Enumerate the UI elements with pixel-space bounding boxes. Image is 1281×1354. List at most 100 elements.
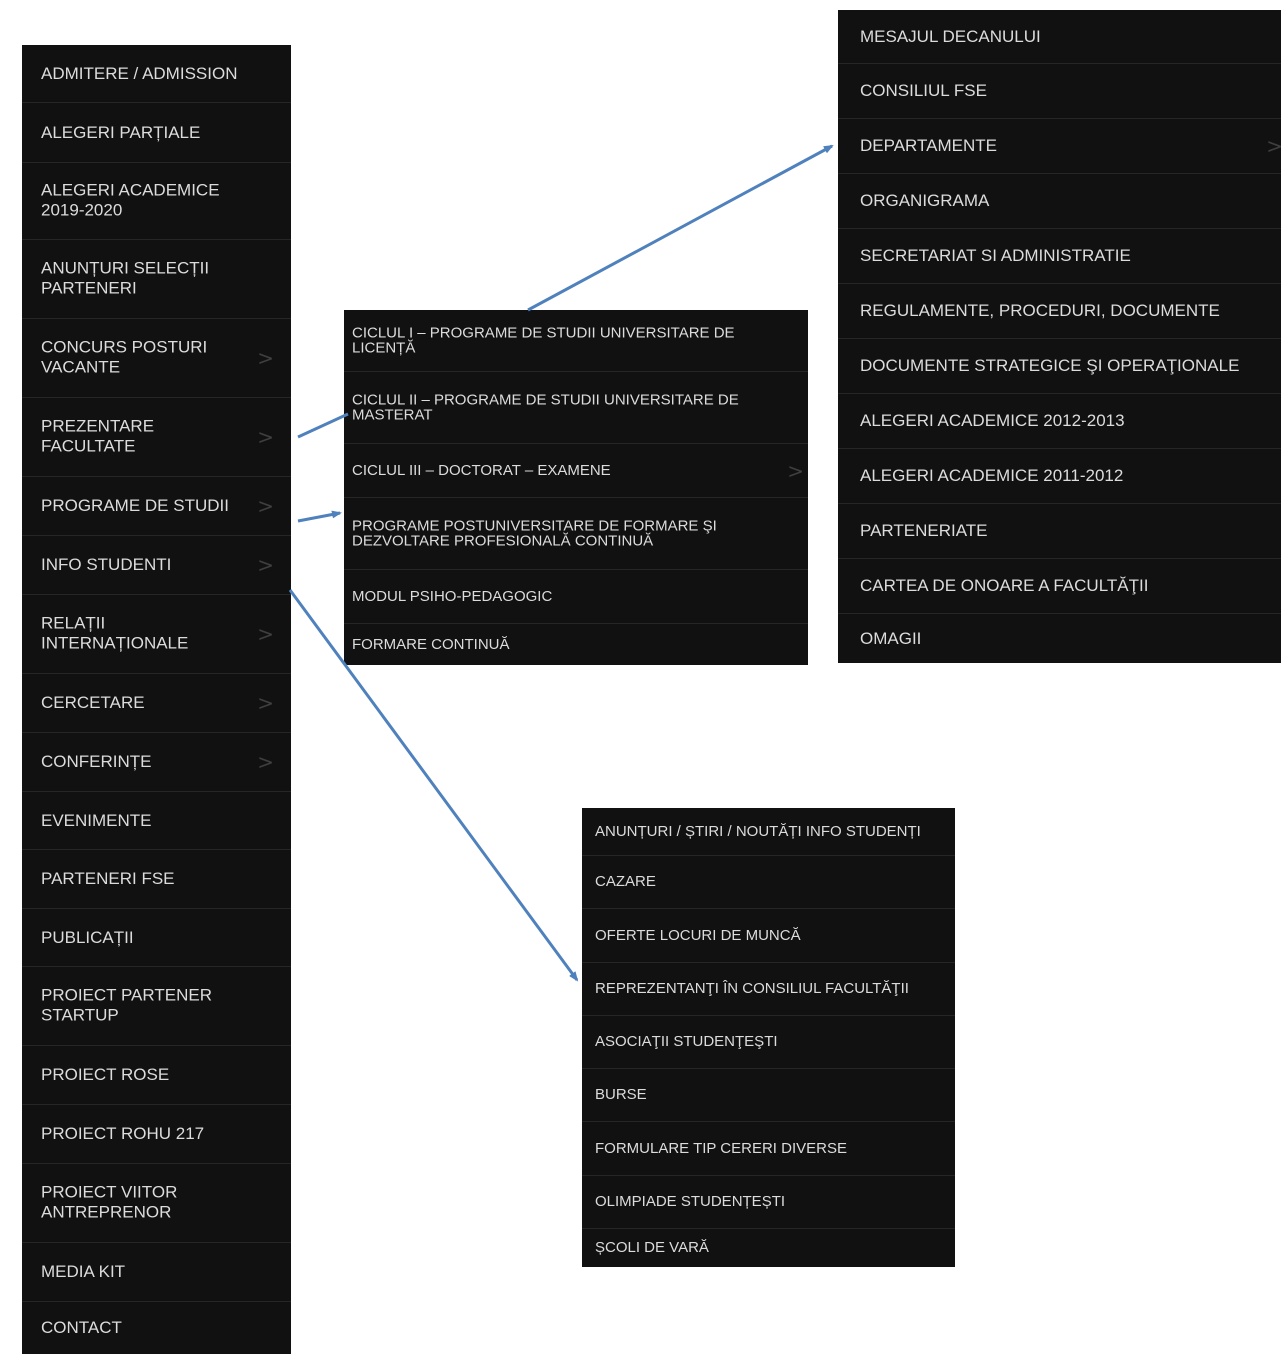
- submenu-item-formare-continua[interactable]: FORMARE CONTINUĂ: [344, 624, 808, 665]
- menu-item-publicatii[interactable]: PUBLICAȚII: [22, 909, 291, 967]
- submenu-item-label: SECRETARIAT SI ADMINISTRATIE: [860, 245, 1131, 265]
- submenu-item-label: FORMARE CONTINUĂ: [352, 635, 510, 653]
- chevron-right-icon: >: [257, 346, 274, 370]
- submenu-item-label: OMAGII: [860, 628, 922, 648]
- menu-item-proiect-rohu-217[interactable]: PROIECT ROHU 217: [22, 1105, 291, 1164]
- submenu-item-asociatii-studentesti[interactable]: ASOCIAŢII STUDENŢEŞTI: [582, 1016, 955, 1069]
- submenu-item-anunturi-stiri-noutati[interactable]: ANUNȚURI / ȘTIRI / NOUTĂȚI INFO STUDENȚI: [582, 808, 955, 856]
- menu-item-conferinte[interactable]: CONFERINȚE >: [22, 733, 291, 792]
- submenu-item-label: DEPARTAMENTE: [860, 135, 997, 155]
- submenu-item-scoli-de-vara[interactable]: ȘCOLI DE VARĂ: [582, 1229, 955, 1267]
- menu-item-admitere[interactable]: ADMITERE / ADMISSION: [22, 45, 291, 103]
- chevron-right-icon: >: [257, 750, 274, 774]
- menu-item-label: PARTENERI FSE: [41, 868, 175, 888]
- submenu-item-olimpiade-studentesti[interactable]: OLIMPIADE STUDENȚEȘTI: [582, 1176, 955, 1229]
- menu-item-label: PROIECT ROSE: [41, 1064, 170, 1084]
- submenu-item-label: REGULAMENTE, PROCEDURI, DOCUMENTE: [860, 300, 1220, 320]
- menu-item-label: PUBLICAȚII: [41, 927, 134, 947]
- menu-item-label: CONCURS POSTURI VACANTE: [41, 337, 208, 377]
- submenu-item-departamente[interactable]: DEPARTAMENTE >: [838, 119, 1281, 174]
- menu-item-label: ANUNȚURI SELECȚII PARTENERI: [41, 258, 210, 298]
- submenu-item-documente-strategice-si-operationale[interactable]: DOCUMENTE STRATEGICE ŞI OPERAŢIONALE: [838, 339, 1281, 394]
- submenu-item-label: BURSE: [595, 1086, 647, 1103]
- submenu-item-label: CARTEA DE ONOARE A FACULTĂŢII: [860, 575, 1149, 595]
- submenu-item-burse[interactable]: BURSE: [582, 1069, 955, 1122]
- submenu-item-ciclul-ii-masterat[interactable]: CICLUL II – PROGRAME DE STUDII UNIVERSIT…: [344, 372, 808, 444]
- chevron-right-icon: >: [787, 458, 804, 483]
- submenu-item-programe-postuniversitare[interactable]: PROGRAME POSTUNIVERSITARE DE FORMARE ŞI …: [344, 498, 808, 570]
- submenu-item-label: ORGANIGRAMA: [860, 190, 990, 210]
- menu-item-anunturi-selectii-parteneri[interactable]: ANUNȚURI SELECȚII PARTENERI: [22, 240, 291, 319]
- submenu-item-mesajul-decanului[interactable]: MESAJUL DECANULUI: [838, 10, 1281, 64]
- menu-item-proiect-rose[interactable]: PROIECT ROSE: [22, 1046, 291, 1105]
- menu-item-programe-de-studii[interactable]: PROGRAME DE STUDII >: [22, 477, 291, 536]
- menu-item-label: PROGRAME DE STUDII: [41, 495, 229, 515]
- menu-item-cercetare[interactable]: CERCETARE >: [22, 674, 291, 733]
- submenu-item-secretariat-si-administratie[interactable]: SECRETARIAT SI ADMINISTRATIE: [838, 229, 1281, 284]
- menu-item-label: RELAȚII INTERNAȚIONALE: [41, 613, 189, 653]
- submenu-item-label: CAZARE: [595, 873, 656, 890]
- menu-item-proiect-partener-startup[interactable]: PROIECT PARTENER STARTUP: [22, 967, 291, 1046]
- main-nav-menu: ADMITERE / ADMISSION ALEGERI PARȚIALE AL…: [22, 45, 291, 1354]
- chevron-right-icon: >: [1266, 134, 1281, 158]
- submenu-item-label: CICLUL I – PROGRAME DE STUDII UNIVERSITA…: [352, 323, 735, 357]
- menu-item-label: CERCETARE: [41, 692, 145, 712]
- submenu-prezentare-facultate: MESAJUL DECANULUI CONSILIUL FSE DEPARTAM…: [838, 10, 1281, 663]
- submenu-item-label: DOCUMENTE STRATEGICE ŞI OPERAŢIONALE: [860, 355, 1240, 375]
- submenu-item-label: MODUL PSIHO-PEDAGOGIC: [352, 587, 553, 605]
- submenu-item-formulare-tip-cereri[interactable]: FORMULARE TIP CERERI DIVERSE: [582, 1122, 955, 1176]
- menu-item-label: CONTACT: [41, 1317, 122, 1337]
- submenu-programe-de-studii: CICLUL I – PROGRAME DE STUDII UNIVERSITA…: [344, 310, 808, 665]
- submenu-item-alegeri-academice-2011-2012[interactable]: ALEGERI ACADEMICE 2011-2012: [838, 449, 1281, 504]
- submenu-item-cazare[interactable]: CAZARE: [582, 856, 955, 909]
- submenu-item-label: REPREZENTANŢI ÎN CONSILIUL FACULTĂŢII: [595, 980, 909, 997]
- menu-item-concurs-posturi-vacante[interactable]: CONCURS POSTURI VACANTE >: [22, 319, 291, 398]
- menu-item-alegeri-partiale[interactable]: ALEGERI PARȚIALE: [22, 103, 291, 163]
- submenu-item-regulamente-proceduri-documente[interactable]: REGULAMENTE, PROCEDURI, DOCUMENTE: [838, 284, 1281, 339]
- submenu-item-consiliul-fse[interactable]: CONSILIUL FSE: [838, 64, 1281, 119]
- submenu-info-studenti: ANUNȚURI / ȘTIRI / NOUTĂȚI INFO STUDENȚI…: [582, 808, 955, 1267]
- chevron-right-icon: >: [257, 425, 274, 449]
- menu-item-label: EVENIMENTE: [41, 810, 152, 830]
- submenu-item-label: CICLUL II – PROGRAME DE STUDII UNIVERSIT…: [352, 390, 739, 424]
- menu-item-relatii-internationale[interactable]: RELAȚII INTERNAȚIONALE >: [22, 595, 291, 674]
- submenu-item-label: ALEGERI ACADEMICE 2012-2013: [860, 410, 1125, 430]
- submenu-item-label: ȘCOLI DE VARĂ: [595, 1239, 709, 1256]
- submenu-item-reprezentanti-consiliu[interactable]: REPREZENTANŢI ÎN CONSILIUL FACULTĂŢII: [582, 963, 955, 1016]
- menu-item-media-kit[interactable]: MEDIA KIT: [22, 1243, 291, 1302]
- menu-item-label: ALEGERI PARȚIALE: [41, 122, 201, 142]
- submenu-item-label: OLIMPIADE STUDENȚEȘTI: [595, 1193, 786, 1210]
- chevron-right-icon: >: [257, 494, 274, 518]
- submenu-item-organigrama[interactable]: ORGANIGRAMA: [838, 174, 1281, 229]
- submenu-item-label: FORMULARE TIP CERERI DIVERSE: [595, 1139, 847, 1157]
- submenu-item-alegeri-academice-2012-2013[interactable]: ALEGERI ACADEMICE 2012-2013: [838, 394, 1281, 449]
- submenu-item-ciclul-iii-doctorat[interactable]: CICLUL III – DOCTORAT – EXAMENE >: [344, 444, 808, 498]
- submenu-item-oferte-locuri-de-munca[interactable]: OFERTE LOCURI DE MUNCĂ: [582, 909, 955, 963]
- submenu-item-ciclul-i-licenta[interactable]: CICLUL I – PROGRAME DE STUDII UNIVERSITA…: [344, 310, 808, 372]
- menu-item-parteneri-fse[interactable]: PARTENERI FSE: [22, 850, 291, 909]
- menu-item-evenimente[interactable]: EVENIMENTE: [22, 792, 291, 850]
- submenu-item-label: PARTENERIATE: [860, 520, 988, 540]
- submenu-item-label: MESAJUL DECANULUI: [860, 26, 1041, 46]
- menu-item-info-studenti[interactable]: INFO STUDENTI >: [22, 536, 291, 595]
- submenu-item-label: ALEGERI ACADEMICE 2011-2012: [860, 465, 1124, 485]
- submenu-item-label: OFERTE LOCURI DE MUNCĂ: [595, 926, 801, 944]
- submenu-item-cartea-de-onoare[interactable]: CARTEA DE ONOARE A FACULTĂŢII: [838, 559, 1281, 614]
- submenu-item-label: PROGRAME POSTUNIVERSITARE DE FORMARE ŞI …: [352, 516, 717, 550]
- submenu-item-omagii[interactable]: OMAGII: [838, 614, 1281, 663]
- menu-item-label: CONFERINȚE: [41, 751, 152, 771]
- submenu-item-parteneriate[interactable]: PARTENERIATE: [838, 504, 1281, 559]
- chevron-right-icon: >: [257, 553, 274, 577]
- menu-item-prezentare-facultate[interactable]: PREZENTARE FACULTATE >: [22, 398, 291, 477]
- submenu-item-label: ASOCIAŢII STUDENŢEŞTI: [595, 1033, 778, 1050]
- menu-item-label: INFO STUDENTI: [41, 554, 172, 574]
- menu-item-label: MEDIA KIT: [41, 1261, 126, 1281]
- menu-item-alegeri-academice-2019-2020[interactable]: ALEGERI ACADEMICE 2019-2020: [22, 163, 291, 240]
- menu-item-contact[interactable]: CONTACT: [22, 1302, 291, 1354]
- submenu-item-modul-psiho-pedagogic[interactable]: MODUL PSIHO-PEDAGOGIC: [344, 570, 808, 624]
- submenu-item-label: ANUNȚURI / ȘTIRI / NOUTĂȚI INFO STUDENȚI: [595, 822, 921, 840]
- menu-item-proiect-viitor-antreprenor[interactable]: PROIECT VIITOR ANTREPRENOR: [22, 1164, 291, 1243]
- menu-item-label: PROIECT PARTENER STARTUP: [41, 985, 212, 1025]
- submenu-item-label: CONSILIUL FSE: [860, 80, 987, 100]
- menu-item-label: ADMITERE / ADMISSION: [41, 63, 238, 83]
